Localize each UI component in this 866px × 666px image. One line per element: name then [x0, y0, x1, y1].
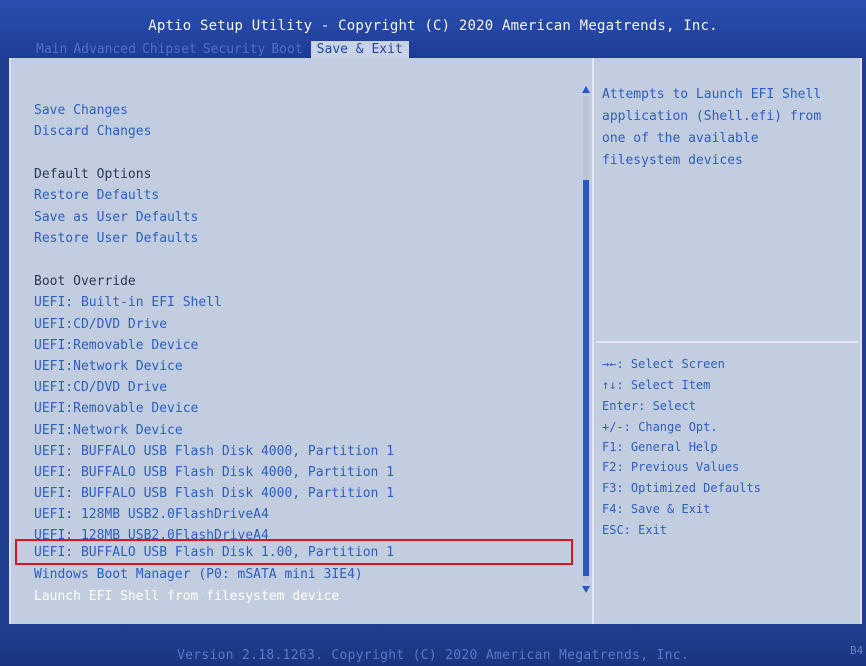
- tab-security[interactable]: Security: [203, 41, 272, 58]
- menu-item-discard-changes[interactable]: Discard Changes: [34, 123, 151, 141]
- status-bar: Version 2.18.1263. Copyright (C) 2020 Am…: [0, 624, 866, 666]
- key-hint-change-opt: +/-: Change Opt.: [602, 420, 718, 434]
- boot-item-cd-dvd[interactable]: UEFI:CD/DVD Drive: [34, 379, 167, 397]
- menu-item-save-user-defaults[interactable]: Save as User Defaults: [34, 209, 198, 227]
- tab-advanced[interactable]: Advanced: [73, 41, 142, 58]
- tab-chipset[interactable]: Chipset: [142, 41, 203, 58]
- menu-pane: Save Changes Discard Changes Default Opt…: [11, 58, 584, 624]
- tab-save-exit[interactable]: Save & Exit: [310, 41, 409, 58]
- boot-item-removable[interactable]: UEFI:Removable Device: [34, 337, 198, 355]
- title-bar: Aptio Setup Utility - Copyright (C) 2020…: [0, 0, 866, 58]
- key-hint-select-screen: →←: Select Screen: [602, 357, 725, 371]
- menu-item-restore-defaults[interactable]: Restore Defaults: [34, 187, 159, 205]
- help-separator: [596, 341, 858, 343]
- boot-item-cd-dvd[interactable]: UEFI:CD/DVD Drive: [34, 316, 167, 334]
- help-line: one of the available: [602, 131, 759, 146]
- boot-item-network[interactable]: UEFI:Network Device: [34, 358, 183, 376]
- boot-item-efi-shell[interactable]: UEFI: Built-in EFI Shell: [34, 294, 222, 312]
- scrollbar-thumb[interactable]: [583, 180, 589, 576]
- boot-item-buffalo-4000[interactable]: UEFI: BUFFALO USB Flash Disk 4000, Parti…: [34, 443, 394, 461]
- boot-item-removable[interactable]: UEFI:Removable Device: [34, 400, 198, 418]
- key-hint-esc: ESC: Exit: [602, 523, 668, 537]
- boot-item-windows-boot-manager[interactable]: Windows Boot Manager (P0: mSATA mini 3IE…: [34, 566, 363, 584]
- menu-item-launch-efi-shell[interactable]: Launch EFI Shell from filesystem device: [34, 588, 339, 606]
- help-text: Attempts to Launch EFI Shell application…: [602, 84, 852, 172]
- key-hint-f2: F2: Previous Values: [602, 460, 740, 474]
- version-text: Version 2.18.1263. Copyright (C) 2020 Am…: [177, 648, 689, 663]
- selection-outline: [15, 539, 573, 565]
- boot-item-128mb-usb[interactable]: UEFI: 128MB USB2.0FlashDriveA4: [34, 506, 269, 524]
- boot-item-network[interactable]: UEFI:Network Device: [34, 422, 183, 440]
- scroll-down-arrow-icon[interactable]: [582, 586, 590, 593]
- menu-item-save-changes[interactable]: Save Changes: [34, 102, 128, 120]
- section-header-boot-override: Boot Override: [34, 274, 136, 289]
- tab-boot[interactable]: Boot: [271, 41, 308, 58]
- key-hint-f3: F3: Optimized Defaults: [602, 481, 761, 495]
- pane-divider: [592, 58, 594, 624]
- section-header-default-options: Default Options: [34, 167, 152, 182]
- key-hint-enter: Enter: Select: [602, 399, 696, 413]
- help-pane: Attempts to Launch EFI Shell application…: [596, 58, 858, 624]
- boot-item-buffalo-4000[interactable]: UEFI: BUFFALO USB Flash Disk 4000, Parti…: [34, 485, 394, 503]
- help-line: application (Shell.efi) from: [602, 109, 822, 124]
- corner-label: B4: [850, 644, 864, 657]
- key-hint-select-item: ↑↓: Select Item: [602, 378, 711, 392]
- boot-item-buffalo-4000[interactable]: UEFI: BUFFALO USB Flash Disk 4000, Parti…: [34, 464, 394, 482]
- scroll-up-arrow-icon[interactable]: [582, 86, 590, 93]
- help-line: filesystem devices: [602, 153, 743, 168]
- tab-bar: Main Advanced Chipset Security Boot Save…: [36, 41, 409, 58]
- key-hint-f1: F1: General Help: [602, 440, 718, 454]
- setup-panel: Save Changes Discard Changes Default Opt…: [9, 58, 862, 624]
- app-title: Aptio Setup Utility - Copyright (C) 2020…: [148, 18, 718, 34]
- key-hint-f4: F4: Save & Exit: [602, 502, 711, 516]
- tab-main[interactable]: Main: [36, 41, 73, 58]
- menu-item-restore-user-defaults[interactable]: Restore User Defaults: [34, 230, 198, 248]
- help-line: Attempts to Launch EFI Shell: [602, 87, 822, 102]
